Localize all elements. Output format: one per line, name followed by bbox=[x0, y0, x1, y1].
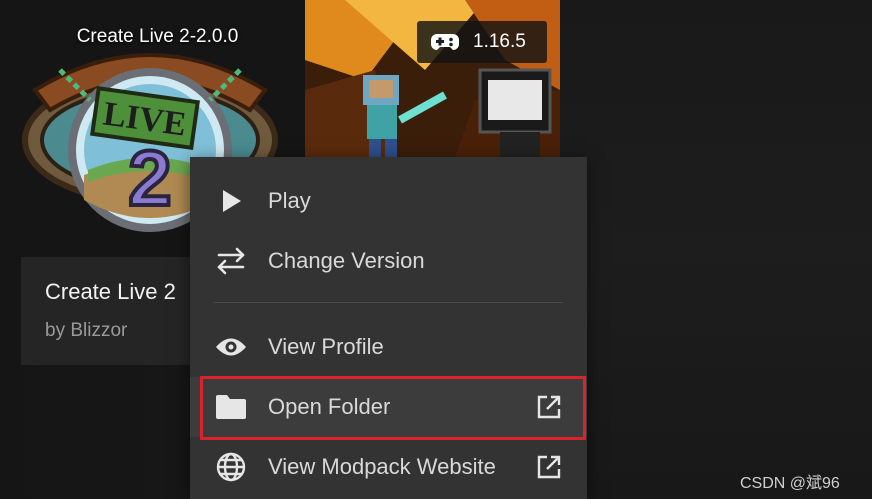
svg-text:2: 2 bbox=[128, 134, 171, 222]
launcher-window: LIVE 2 Create Live 2-2.0.0 Create Live 2… bbox=[0, 0, 872, 499]
menu-item-view-modpack-website[interactable]: View Modpack Website bbox=[190, 437, 587, 497]
globe-icon bbox=[214, 450, 248, 484]
menu-divider bbox=[214, 302, 563, 303]
watermark-text: CSDN @斌96 bbox=[740, 475, 840, 492]
background-panel bbox=[560, 0, 872, 499]
play-icon bbox=[214, 184, 248, 218]
modpack-art-title: Create Live 2-2.0.0 bbox=[76, 26, 239, 47]
menu-item-view-profile[interactable]: View Profile bbox=[190, 317, 587, 377]
modpack-name: Create Live 2 bbox=[45, 279, 176, 304]
eye-icon bbox=[214, 330, 248, 364]
external-link-icon bbox=[537, 455, 561, 479]
menu-item-label: Play bbox=[268, 188, 311, 213]
menu-item-change-version[interactable]: Change Version bbox=[190, 231, 587, 291]
modpack-author: by Blizzor bbox=[45, 320, 128, 341]
swap-arrows-icon bbox=[214, 244, 248, 278]
gamepad-icon bbox=[431, 34, 459, 50]
version-badge: 1.16.5 bbox=[417, 21, 547, 63]
menu-item-label: View Modpack Website bbox=[268, 454, 496, 479]
menu-item-label: Open Folder bbox=[268, 394, 391, 419]
context-menu: Play Change Version View Profile Open Fo… bbox=[190, 157, 587, 499]
folder-icon bbox=[214, 390, 248, 424]
menu-item-open-folder[interactable]: Open Folder bbox=[190, 377, 587, 437]
menu-item-play[interactable]: Play bbox=[190, 171, 587, 231]
menu-item-label: View Profile bbox=[268, 334, 384, 359]
external-link-icon bbox=[537, 395, 561, 419]
menu-item-label: Change Version bbox=[268, 248, 425, 273]
version-label: 1.16.5 bbox=[473, 31, 526, 52]
